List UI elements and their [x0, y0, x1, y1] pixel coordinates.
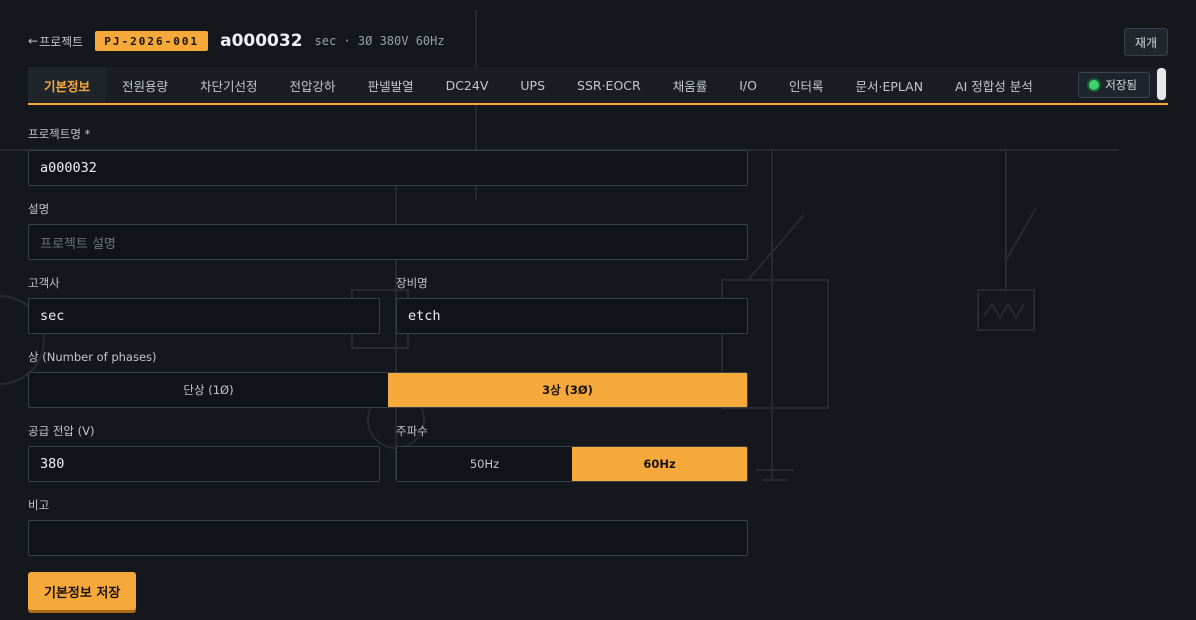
saved-status-label: 저장됨: [1105, 78, 1137, 92]
voltage-input[interactable]: 380: [28, 446, 380, 482]
save-basic-info-button[interactable]: 기본정보 저장: [28, 572, 137, 610]
phase-label: 상 (Number of phases): [28, 350, 157, 364]
frequency-selector: 50Hz 60Hz: [396, 446, 748, 482]
tab-interlock[interactable]: 인터록: [773, 67, 840, 103]
tab-documents-eplan[interactable]: 문서·EPLAN: [839, 67, 939, 103]
phase-selector: 단상 (1Ø) 3상 (3Ø): [28, 372, 748, 408]
project-code-badge: PJ-2026-001: [95, 31, 209, 51]
back-arrow-icon: ←: [28, 34, 39, 48]
frequency-option-60hz[interactable]: 60Hz: [572, 447, 747, 481]
reload-button[interactable]: 재개: [1123, 28, 1168, 56]
tab-dc24v[interactable]: DC24V: [430, 67, 505, 103]
notes-label: 비고: [28, 498, 50, 512]
phase-option-three[interactable]: 3상 (3Ø): [388, 373, 747, 407]
frequency-label: 주파수: [396, 424, 428, 438]
green-dot-icon: [1089, 80, 1100, 90]
customer-label: 고객사: [28, 276, 60, 290]
customer-input[interactable]: sec: [28, 298, 380, 334]
voltage-label: 공급 전압 (V): [28, 424, 95, 438]
description-label: 설명: [28, 202, 50, 216]
frequency-option-50hz[interactable]: 50Hz: [397, 447, 572, 481]
tab-fill-rate[interactable]: 채움률: [657, 67, 724, 103]
project-meta: sec · 3Ø 380V 60Hz: [314, 34, 445, 48]
tab-breaker-selection[interactable]: 차단기선정: [184, 67, 274, 103]
notes-input[interactable]: [28, 520, 748, 556]
tab-ups[interactable]: UPS: [504, 67, 561, 103]
tab-panel-heat[interactable]: 판넬발열: [352, 67, 430, 103]
tab-io[interactable]: I/O: [723, 67, 773, 103]
tab-power-capacity[interactable]: 전원용량: [106, 67, 184, 103]
page-title: a000032: [220, 31, 303, 51]
equipment-input[interactable]: etch: [396, 298, 748, 334]
project-name-input[interactable]: a000032: [28, 150, 748, 186]
top-bar: ← 프로젝트 PJ-2026-001 a000032 sec · 3Ø 380V…: [28, 28, 1168, 56]
description-input[interactable]: 프로젝트 설명: [28, 224, 748, 260]
tab-ai-analysis[interactable]: AI 정합성 분석: [939, 67, 1049, 103]
tab-voltage-drop[interactable]: 전압강하: [274, 67, 352, 103]
tab-basic-info[interactable]: 기본정보: [28, 67, 107, 103]
project-name-label: 프로젝트명 *: [28, 127, 91, 141]
equipment-label: 장비명: [396, 276, 428, 290]
tab-bar: 기본정보 전원용량 차단기선정 전압강하 판넬발열 DC24V UPS SSR·…: [28, 67, 1168, 105]
scrollbar-thumb[interactable]: [1157, 68, 1166, 100]
tab-ssr-eocr[interactable]: SSR·EOCR: [561, 67, 657, 103]
back-link-label: 프로젝트: [39, 34, 84, 49]
saved-status-badge: 저장됨: [1078, 72, 1150, 98]
back-to-projects-link[interactable]: ← 프로젝트: [28, 33, 83, 50]
phase-option-single[interactable]: 단상 (1Ø): [29, 373, 388, 407]
